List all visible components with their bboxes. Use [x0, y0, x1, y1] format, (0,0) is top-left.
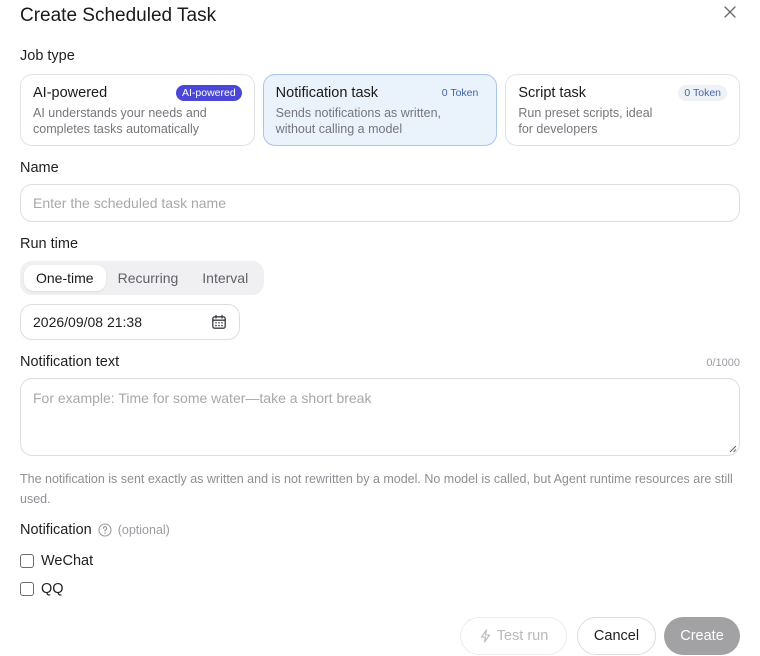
- create-button[interactable]: Create: [664, 617, 740, 655]
- channel-qq[interactable]: QQ: [20, 581, 64, 597]
- job-type-card-ai[interactable]: AI-powered AI-powered AI understands you…: [20, 74, 255, 146]
- channel-wechat[interactable]: WeChat: [20, 553, 93, 569]
- task-name-placeholder: Enter the scheduled task name: [33, 195, 227, 211]
- test-run-label: Test run: [496, 628, 549, 644]
- card-desc-line: AI understands your needs and: [33, 106, 207, 120]
- job-type-card-script[interactable]: Script task 0 Token Run preset scripts, …: [505, 74, 741, 146]
- wechat-label: WeChat: [41, 553, 94, 569]
- run-time-mode-switch: One-time Recurring Interval: [20, 261, 265, 295]
- card-desc-line: completes tasks automatically: [33, 122, 200, 136]
- task-name-input[interactable]: Enter the scheduled task name: [20, 184, 740, 222]
- job-type-label: Job type: [20, 48, 75, 64]
- card-description: Run preset scripts, ideal for developers: [518, 105, 727, 137]
- datetime-picker[interactable]: 2026/09/08 21:38: [20, 304, 240, 340]
- cancel-button[interactable]: Cancel: [577, 617, 656, 655]
- card-description: Sends notifications as written, without …: [276, 105, 485, 137]
- card-desc-line: without calling a model: [275, 122, 403, 136]
- token-badge: 0 Token: [678, 85, 728, 101]
- mode-interval[interactable]: Interval: [190, 265, 260, 291]
- char-counter: 0/1000: [706, 357, 740, 369]
- optional-tag: (optional): [117, 523, 170, 537]
- ai-badge: AI-powered: [175, 85, 242, 101]
- job-type-options: AI-powered AI-powered AI understands you…: [20, 74, 741, 146]
- mode-recurring[interactable]: Recurring: [106, 265, 191, 291]
- run-time-label: Run time: [20, 236, 79, 252]
- card-desc-line: Run preset scripts, ideal: [518, 106, 653, 120]
- qq-label: QQ: [41, 581, 64, 597]
- test-run-button[interactable]: Test run: [460, 617, 567, 655]
- notification-text-placeholder: For example: Time for some water—take a …: [33, 390, 372, 406]
- qq-checkbox[interactable]: [20, 582, 34, 596]
- datetime-value: 2026/09/08 21:38: [33, 314, 142, 330]
- notification-text-area[interactable]: For example: Time for some water—take a …: [20, 378, 740, 456]
- card-desc-line: for developers: [518, 122, 598, 136]
- name-label: Name: [20, 160, 59, 176]
- wechat-checkbox[interactable]: [20, 554, 34, 568]
- job-type-card-notification[interactable]: Notification task 0 Token Sends notifica…: [262, 74, 498, 146]
- card-description: AI understands your needs and completes …: [33, 105, 242, 137]
- dialog-title: Create Scheduled Task: [20, 5, 217, 26]
- resize-handle-icon[interactable]: [728, 444, 737, 453]
- help-circle-icon[interactable]: [98, 523, 112, 537]
- mode-one-time[interactable]: One-time: [24, 265, 106, 291]
- notification-text-label: Notification text: [20, 354, 120, 370]
- close-icon[interactable]: [722, 4, 738, 20]
- lightning-icon: [480, 629, 490, 643]
- notification-hint: The notification is sent exactly as writ…: [20, 472, 733, 506]
- notification-label: Notification: [20, 522, 92, 538]
- token-badge: 0 Token: [441, 87, 479, 99]
- card-desc-line: Sends notifications as written,: [275, 106, 442, 120]
- calendar-icon[interactable]: [211, 314, 227, 330]
- notification-channels-header: Notification (optional): [20, 522, 170, 538]
